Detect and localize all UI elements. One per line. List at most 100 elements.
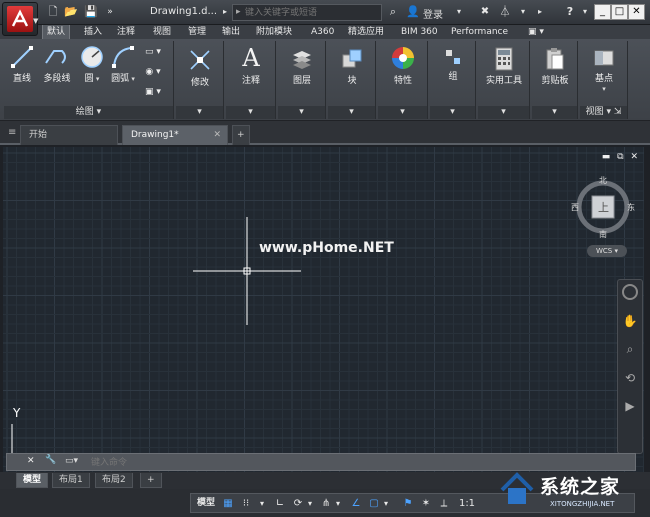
object-snap-icon[interactable]: ▢	[367, 496, 381, 511]
ortho-icon[interactable]: ∟	[273, 496, 287, 511]
modify-button[interactable]: 修改	[180, 47, 220, 88]
utilities-panel-expander[interactable]: ▾	[478, 106, 529, 119]
a360-dropdown-icon[interactable]: ▾	[516, 5, 530, 19]
file-tabs-menu-icon[interactable]: ≡	[8, 127, 16, 138]
grid-toggle-icon[interactable]: ▦	[221, 496, 235, 511]
help-icon[interactable]: ?	[563, 5, 577, 19]
tab-default[interactable]: 默认	[42, 25, 71, 39]
steering-wheel-icon[interactable]	[622, 284, 638, 300]
toolbar-overflow-icon[interactable]: ▸	[533, 5, 547, 19]
utilities-button[interactable]: 实用工具	[482, 47, 526, 86]
drawing-canvas[interactable]: Y www.pHome.NET ▬ ⧉ ✕ 上 北 南 西 东 WCS ▾ ✋ …	[3, 147, 644, 472]
tab-bim360[interactable]: BIM 360	[401, 25, 438, 39]
arc-tool-button[interactable]: 圆弧 ▾	[108, 45, 138, 84]
model-space-button[interactable]: 模型	[194, 496, 218, 511]
rectangle-tool-button[interactable]: ▭ ▾	[142, 47, 164, 57]
command-close-icon[interactable]: ✕	[27, 456, 35, 466]
isodraft-dropdown-icon[interactable]: ▾	[333, 496, 343, 511]
snap-dropdown-icon[interactable]: ▾	[257, 496, 267, 511]
add-layout-button[interactable]: +	[140, 473, 162, 488]
tab-manage[interactable]: 管理	[188, 25, 206, 39]
tab-output[interactable]: 输出	[222, 25, 240, 39]
title-overflow-icon[interactable]: ▸	[218, 5, 232, 19]
viewport-restore-icon[interactable]: ⧉	[617, 152, 623, 162]
command-customize-icon[interactable]: 🔧	[45, 455, 56, 465]
groups-panel-expander[interactable]: ▾	[430, 106, 475, 119]
tab-addins[interactable]: 附加模块	[256, 25, 292, 39]
compass-west[interactable]: 西	[571, 202, 579, 213]
close-tab-icon[interactable]: ✕	[213, 126, 221, 144]
pan-icon[interactable]: ✋	[618, 314, 642, 328]
clipboard-button[interactable]: 剪贴板	[534, 47, 576, 86]
viewport-minimize-icon[interactable]: ▬	[602, 152, 611, 162]
object-snap-dropdown-icon[interactable]: ▾	[381, 496, 391, 511]
polar-tracking-icon[interactable]: ⟳	[291, 496, 305, 511]
compass-north[interactable]: 北	[599, 175, 607, 186]
draw-panel-title[interactable]: 绘图 ▾	[4, 106, 173, 119]
layers-button[interactable]: 图层	[282, 47, 322, 86]
zoom-icon[interactable]: ⌕	[618, 342, 642, 357]
search-input[interactable]	[245, 6, 380, 19]
annotation-button[interactable]: A 注释	[230, 45, 272, 86]
application-menu-button[interactable]: ▼	[2, 2, 38, 36]
minimize-button[interactable]: _	[594, 4, 611, 20]
layers-panel-expander[interactable]: ▾	[278, 106, 325, 119]
viewcube-top[interactable]: 上	[598, 199, 609, 215]
auto-scale-icon[interactable]: ✶	[419, 496, 433, 511]
compass-east[interactable]: 东	[627, 202, 635, 213]
layout-tab-layout1[interactable]: 布局1	[52, 473, 90, 488]
viewcube[interactable]: 上 北 南 西 东	[571, 175, 635, 239]
block-panel-expander[interactable]: ▾	[328, 106, 375, 119]
tab-a360[interactable]: A360	[311, 25, 334, 39]
hatch-tool-button[interactable]: ◉ ▾	[142, 67, 164, 77]
showmotion-icon[interactable]: ▶	[618, 399, 642, 413]
polar-dropdown-icon[interactable]: ▾	[305, 496, 315, 511]
command-history-icon[interactable]: ▭▾	[65, 456, 78, 466]
search-box[interactable]: ▸	[232, 4, 382, 21]
groups-button[interactable]: 组	[434, 47, 472, 82]
maximize-button[interactable]: □	[611, 4, 628, 20]
tab-insert[interactable]: 插入	[84, 25, 102, 39]
tab-annotate[interactable]: 注释	[117, 25, 135, 39]
exchange-apps-icon[interactable]: ✖	[478, 5, 492, 19]
layout-tab-layout2[interactable]: 布局2	[95, 473, 133, 488]
help-dropdown-icon[interactable]: ▾	[578, 5, 592, 19]
annotation-visibility-icon[interactable]: ⚑	[401, 496, 415, 511]
line-tool-button[interactable]: 直线	[8, 45, 36, 84]
modify-panel-expander[interactable]: ▾	[176, 106, 223, 119]
file-tab-drawing1[interactable]: Drawing1* ✕	[122, 125, 228, 145]
view-panel-title[interactable]: 视图 ▾ ⇲	[580, 106, 627, 119]
object-snap-tracking-icon[interactable]: ∠	[349, 496, 363, 511]
region-tool-button[interactable]: ▣ ▾	[142, 87, 164, 97]
ribbon-display-toggle-icon[interactable]: ▣ ▾	[528, 25, 544, 39]
properties-panel-expander[interactable]: ▾	[378, 106, 427, 119]
polyline-tool-button[interactable]: 多段线	[38, 45, 76, 84]
sign-in-button[interactable]: 登录	[423, 6, 443, 21]
file-tab-start[interactable]: 开始	[20, 125, 118, 145]
annotation-panel-expander[interactable]: ▾	[226, 106, 275, 119]
viewport-close-icon[interactable]: ✕	[630, 152, 638, 162]
more-tools-icon[interactable]: »	[103, 5, 117, 19]
tab-performance[interactable]: Performance	[451, 25, 508, 39]
tab-featured-apps[interactable]: 精选应用	[348, 25, 384, 39]
properties-button[interactable]: 特性	[382, 45, 424, 86]
annotation-scale-icon[interactable]: ⟂	[437, 496, 451, 511]
orbit-icon[interactable]: ⟲	[618, 371, 642, 385]
isodraft-icon[interactable]: ⋔	[319, 496, 333, 511]
scale-readout[interactable]: 1:1	[455, 496, 479, 511]
block-button[interactable]: 块	[332, 47, 372, 86]
snap-toggle-icon[interactable]: ⁝⁝	[239, 496, 253, 511]
new-tab-button[interactable]: +	[232, 125, 250, 145]
wcs-menu[interactable]: WCS ▾	[587, 245, 627, 257]
compass-south[interactable]: 南	[599, 229, 607, 240]
user-icon[interactable]: 👤	[406, 5, 420, 19]
sign-in-dropdown-icon[interactable]: ▾	[452, 5, 466, 19]
base-point-button[interactable]: 基点 ▾	[584, 47, 624, 94]
circle-tool-button[interactable]: 圆 ▾	[78, 45, 106, 84]
search-icon[interactable]: ⌕	[386, 5, 400, 19]
new-file-icon[interactable]: 🗋	[46, 5, 60, 19]
open-folder-icon[interactable]: 📂	[64, 5, 78, 19]
clipboard-panel-expander[interactable]: ▾	[532, 106, 577, 119]
close-button[interactable]: ✕	[628, 4, 645, 20]
layout-tab-model[interactable]: 模型	[16, 473, 49, 488]
